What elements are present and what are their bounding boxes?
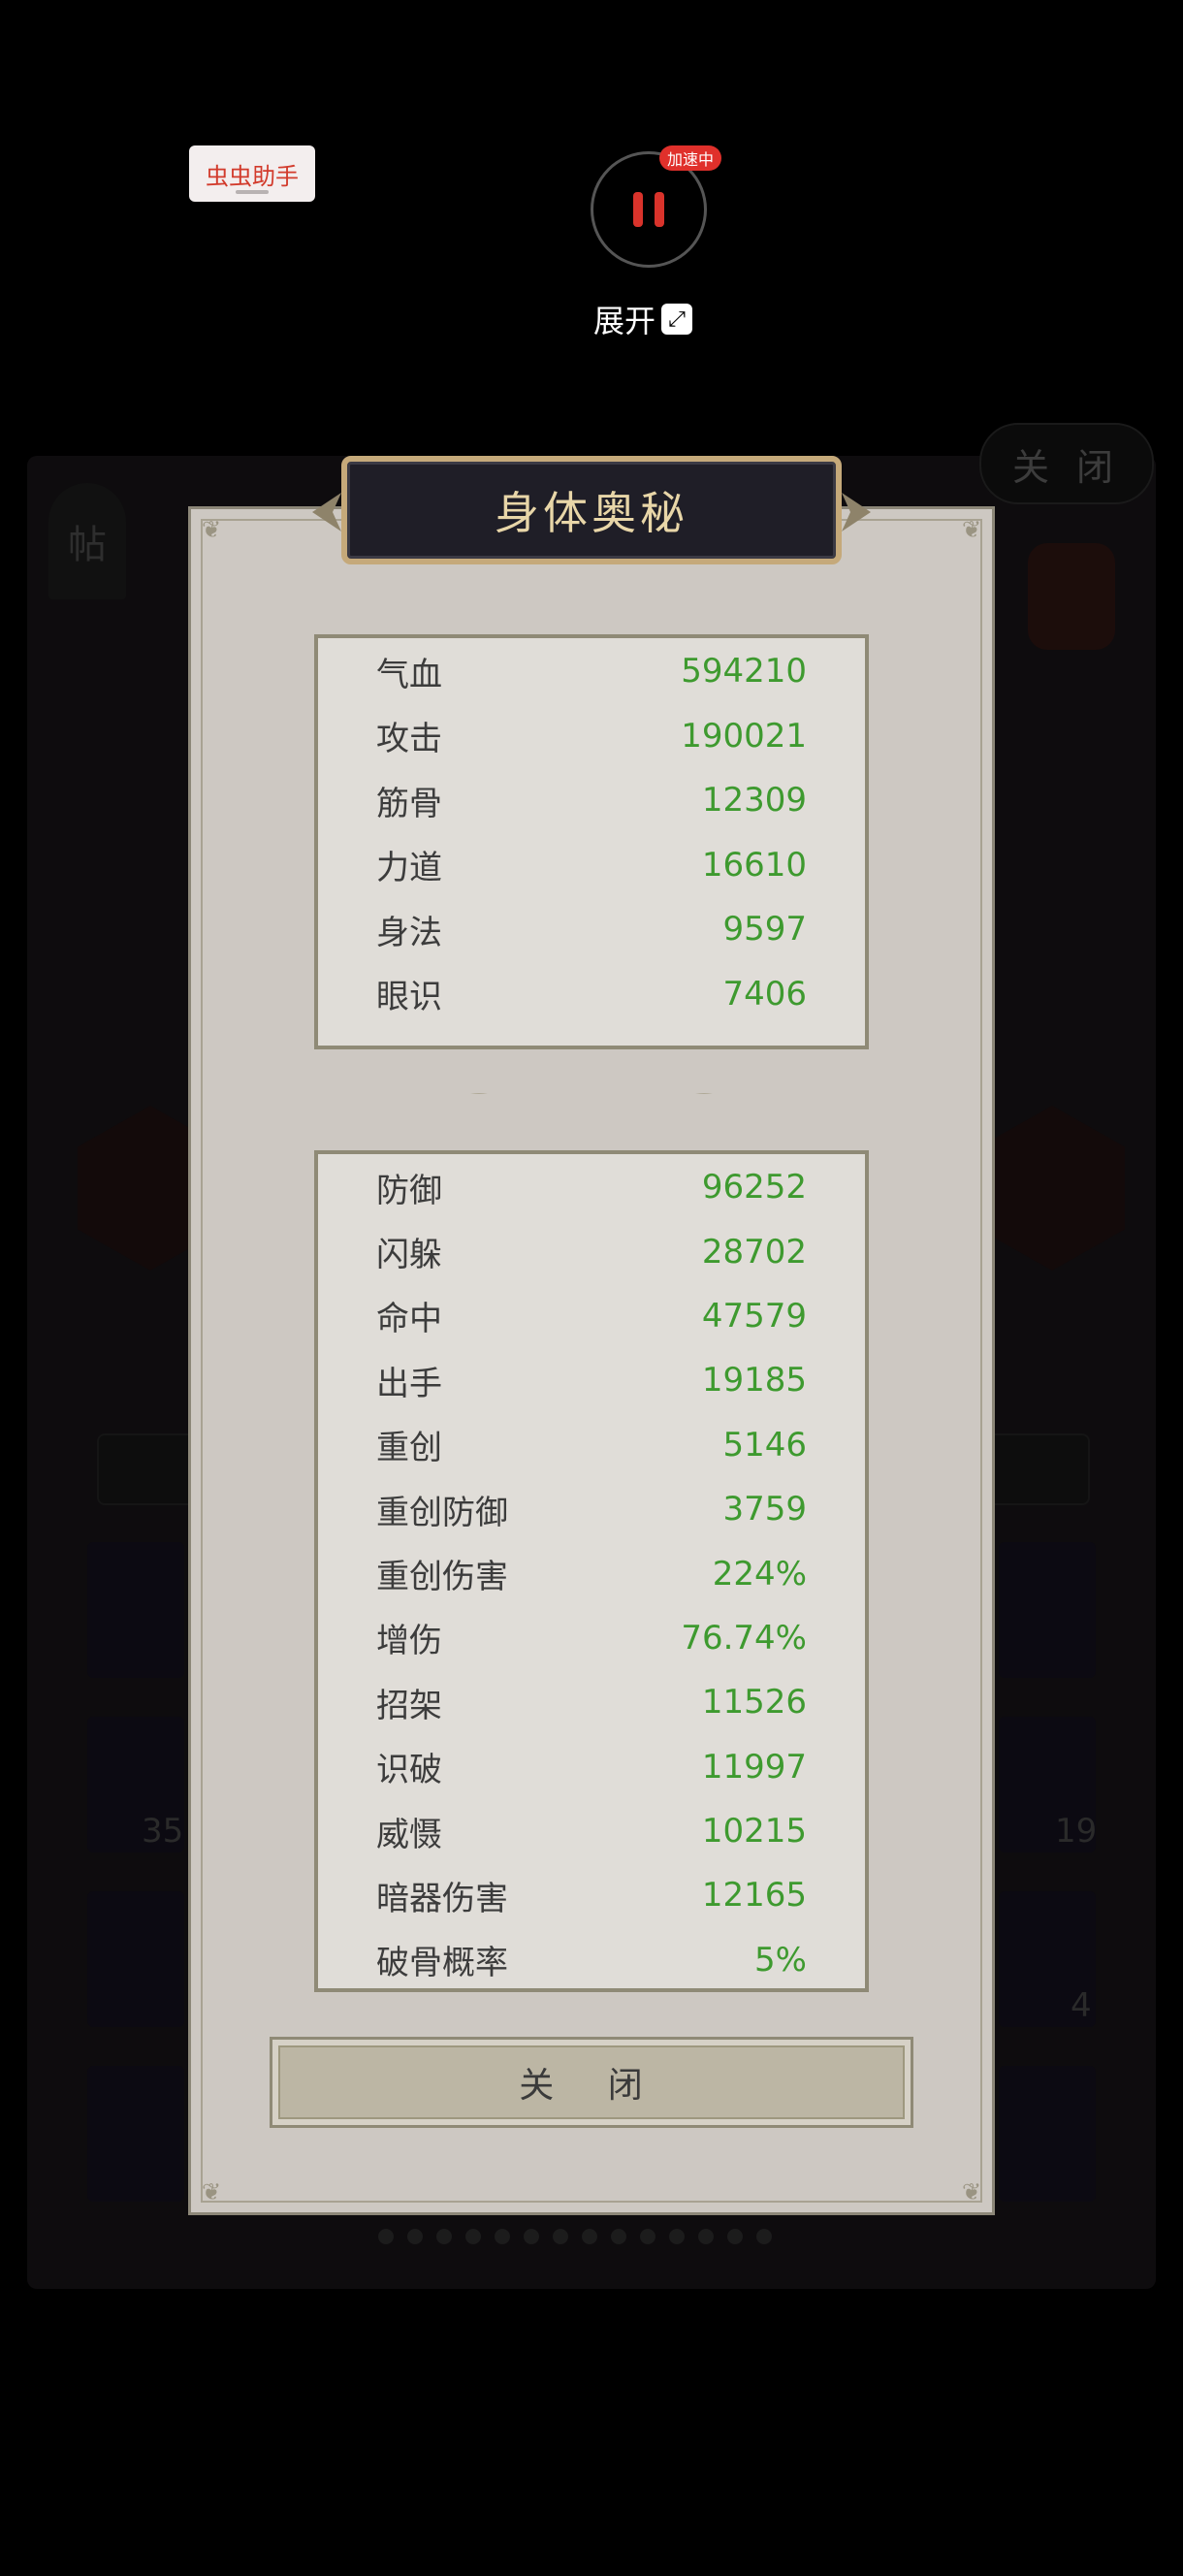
modal-title-plate: 身体奥秘	[341, 456, 842, 564]
stat-row: 破骨概率 5%	[376, 1940, 807, 1983]
ornament-divider	[470, 1093, 713, 1094]
stat-row: 重创防御 3759	[376, 1490, 807, 1532]
corner-ornament-icon: ❦	[961, 2178, 982, 2206]
background-card	[87, 1891, 184, 2027]
background-count: 4	[1071, 1986, 1092, 2025]
modal-title: 身体奥秘	[495, 487, 688, 539]
stat-row: 闪躲 28702	[376, 1232, 807, 1275]
stat-row: 力道 16610	[376, 845, 807, 888]
stat-row: 识破 11997	[376, 1747, 807, 1790]
stat-row: 重创伤害 224%	[376, 1554, 807, 1597]
stat-row: 身法 9597	[376, 910, 807, 952]
stat-row: 重创 5146	[376, 1425, 807, 1468]
stat-row: 威慑 10215	[376, 1812, 807, 1854]
background-card	[999, 1542, 1096, 1678]
speed-badge: 加速中	[659, 145, 722, 171]
background-count: 35	[142, 1812, 184, 1851]
stat-row: 暗器伤害 12165	[376, 1876, 807, 1918]
background-tab-right	[979, 1433, 1090, 1505]
stat-row: 防御 96252	[376, 1168, 807, 1210]
corner-ornament-icon: ❦	[201, 2178, 222, 2206]
background-post-icon: 帖	[48, 483, 126, 599]
helper-app-label: 虫虫助手	[206, 162, 299, 190]
background-card	[87, 1542, 184, 1678]
stat-row: 眼识 7406	[376, 974, 807, 1017]
expand-icon: ⤢	[661, 304, 693, 335]
lantern-icon	[1028, 543, 1115, 650]
corner-ornament-icon: ❦	[201, 516, 222, 543]
close-button-label: 关 闭	[519, 2066, 664, 2106]
stat-row: 增伤 76.74%	[376, 1618, 807, 1661]
expand-button[interactable]: 展开 ⤢	[593, 301, 693, 339]
combat-stats-box[interactable]: 防御 96252 闪躲 28702 命中 47579 出手 19185 重创 5146 重…	[314, 1150, 869, 1992]
close-button[interactable]: 关 闭	[270, 2037, 913, 2128]
stat-row: 气血 594210	[376, 652, 807, 694]
stat-row: 出手 19185	[376, 1361, 807, 1403]
corner-ornament-icon: ❦	[961, 516, 982, 543]
background-card	[87, 2066, 184, 2202]
stat-row: 命中 47579	[376, 1296, 807, 1339]
helper-app-button[interactable]: 虫虫助手	[189, 145, 315, 202]
background-close-button: 关 闭	[979, 423, 1154, 504]
stat-row: 筋骨 12309	[376, 781, 807, 823]
background-card	[999, 2066, 1096, 2202]
pause-icon	[633, 192, 643, 227]
page-indicator	[378, 2229, 772, 2244]
basic-stats-box: 气血 594210 攻击 190021 筋骨 12309 力道 16610 身法 9597…	[314, 634, 869, 1049]
stat-row: 招架 11526	[376, 1683, 807, 1725]
stat-row: 攻击 190021	[376, 716, 807, 759]
expand-label: 展开	[593, 303, 656, 339]
background-count: 19	[1055, 1812, 1098, 1851]
